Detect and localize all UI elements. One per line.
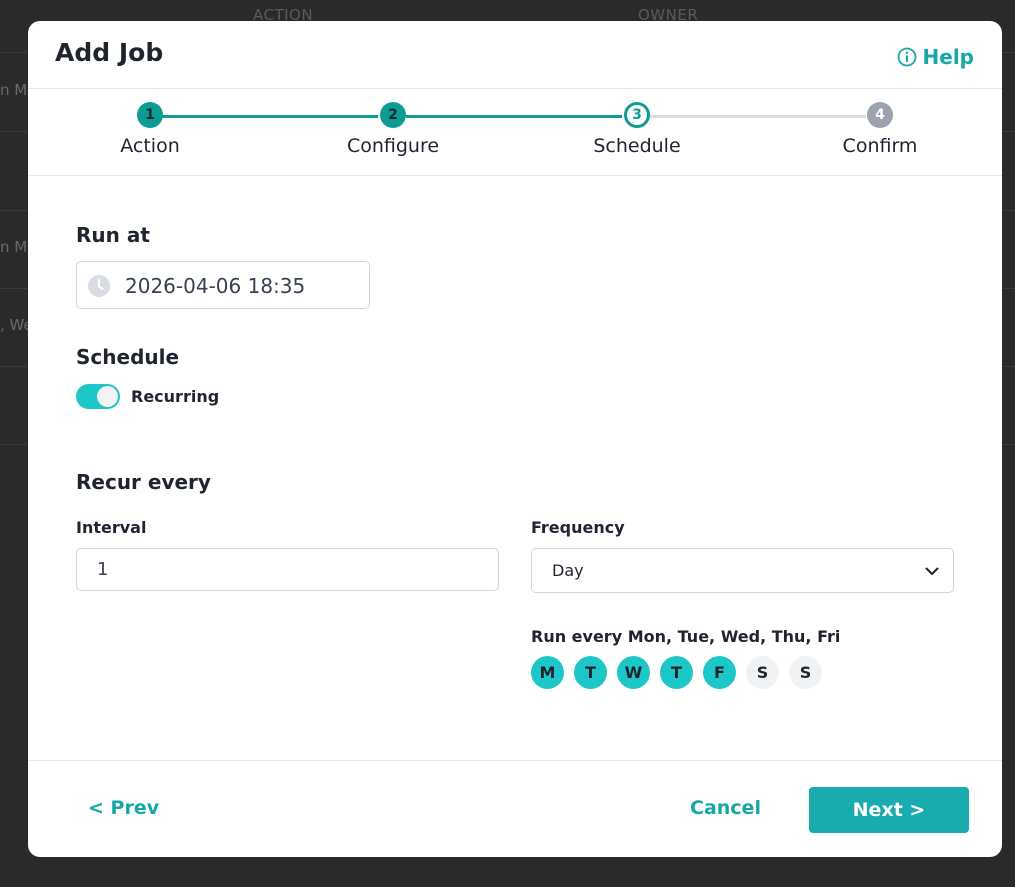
run-every-summary: Run every Mon, Tue, Wed, Thu, Fri [531, 627, 841, 646]
step-number: 3 [624, 102, 650, 128]
clock-icon [88, 275, 110, 297]
schedule-heading: Schedule [76, 345, 180, 369]
step-label: Action [120, 135, 180, 157]
toggle-knob [97, 386, 118, 407]
day-wednesday[interactable]: W [617, 656, 650, 689]
day-monday[interactable]: M [531, 656, 564, 689]
step-number: 4 [867, 102, 893, 128]
dialog-header: Add Job Help [28, 21, 1002, 89]
run-at-heading: Run at [76, 223, 150, 247]
step-configure[interactable]: 2 Configure [313, 102, 473, 157]
day-sunday[interactable]: S [789, 656, 822, 689]
help-link[interactable]: Help [897, 45, 974, 69]
step-number: 2 [380, 102, 406, 128]
info-circle-icon [897, 47, 916, 67]
dialog-title: Add Job [55, 38, 164, 67]
help-label: Help [922, 45, 974, 69]
recur-every-heading: Recur every [76, 470, 211, 494]
step-label: Confirm [842, 135, 918, 157]
step-number: 1 [137, 102, 163, 128]
step-confirm[interactable]: 4 Confirm [800, 102, 960, 157]
step-schedule[interactable]: 3 Schedule [557, 102, 717, 157]
next-button[interactable]: Next > [809, 787, 969, 833]
recurring-label: Recurring [131, 387, 220, 406]
prev-button[interactable]: < Prev [88, 797, 159, 819]
interval-input[interactable] [76, 548, 499, 591]
wizard-stepper: 1 Action 2 Configure 3 Schedule 4 Confir… [28, 89, 1002, 176]
day-friday[interactable]: F [703, 656, 736, 689]
run-at-value: 2026-04-06 18:35 [125, 274, 306, 298]
cancel-button[interactable]: Cancel [690, 797, 761, 819]
day-thursday[interactable]: T [660, 656, 693, 689]
step-label: Schedule [593, 135, 681, 157]
run-at-datetime-input[interactable]: 2026-04-06 18:35 [76, 261, 370, 309]
step-action[interactable]: 1 Action [70, 102, 230, 157]
frequency-selected-value: Day [552, 561, 584, 580]
weekday-picker: M T W T F S S [531, 656, 822, 689]
frequency-label: Frequency [531, 518, 625, 537]
interval-label: Interval [76, 518, 147, 537]
chevron-down-icon [925, 567, 939, 575]
recurring-toggle[interactable] [76, 384, 120, 409]
add-job-dialog: Add Job Help 1 Action 2 Configure 3 Sche… [28, 21, 1002, 857]
step-label: Configure [346, 135, 440, 157]
frequency-select[interactable]: Day [531, 548, 954, 593]
day-saturday[interactable]: S [746, 656, 779, 689]
dialog-footer: < Prev Cancel Next > [28, 760, 1002, 857]
day-tuesday[interactable]: T [574, 656, 607, 689]
